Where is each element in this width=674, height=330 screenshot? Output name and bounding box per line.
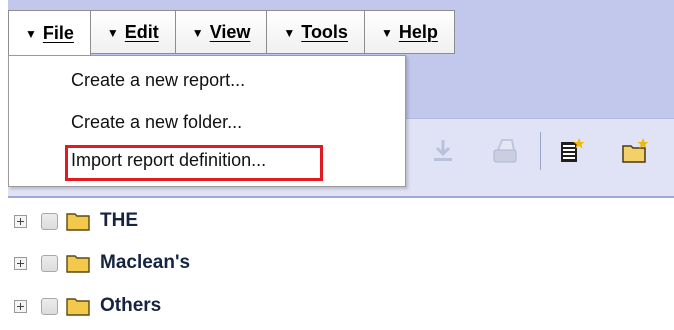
highlight-box: [65, 145, 323, 181]
menu-edit[interactable]: ▼ Edit: [90, 10, 176, 54]
menu-help[interactable]: ▼ Help: [364, 10, 455, 54]
expand-icon[interactable]: [14, 214, 27, 228]
menu-item-create-folder[interactable]: Create a new folder...: [71, 112, 242, 133]
new-report-icon[interactable]: [556, 136, 586, 166]
print-icon[interactable]: [490, 136, 520, 166]
tree-row[interactable]: Others: [14, 293, 161, 319]
menu-tools[interactable]: ▼ Tools: [267, 10, 365, 54]
menu-help-label: Help: [398, 21, 438, 42]
tree-row[interactable]: THE: [14, 208, 138, 234]
menu-file-label: File: [42, 22, 74, 43]
menu-item-create-report[interactable]: Create a new report...: [71, 70, 245, 91]
file-menu-dropdown: Create a new report... Create a new fold…: [8, 55, 406, 187]
menu-view-label: View: [209, 21, 251, 42]
tree-row[interactable]: Maclean's: [14, 250, 190, 276]
dropdown-arrow-icon: ▼: [25, 27, 37, 41]
folder-icon: [66, 298, 90, 316]
menu-tools-label: Tools: [301, 21, 348, 42]
tree-checkbox[interactable]: [41, 297, 58, 315]
dropdown-arrow-icon: ▼: [380, 26, 393, 40]
tree-item-label: Maclean's: [100, 252, 191, 273]
menu-edit-label: Edit: [124, 21, 159, 42]
menu-bar: ▼ File ▼ Edit ▼ View ▼ Tools ▼ Help: [8, 10, 455, 56]
folder-icon: [66, 213, 90, 231]
expand-icon[interactable]: [14, 299, 27, 313]
folder-icon: [66, 255, 90, 273]
dropdown-arrow-icon: ▼: [283, 26, 296, 40]
tree-checkbox[interactable]: [41, 212, 58, 230]
tree-checkbox[interactable]: [41, 254, 58, 272]
dropdown-arrow-icon: ▼: [106, 26, 119, 40]
expand-icon[interactable]: [14, 256, 27, 270]
dropdown-arrow-icon: ▼: [191, 26, 204, 40]
menu-view[interactable]: ▼ View: [175, 10, 268, 54]
new-folder-icon[interactable]: [620, 136, 650, 166]
tree-item-label: Others: [100, 295, 162, 316]
download-icon[interactable]: [428, 136, 458, 166]
tree-item-label: THE: [100, 210, 138, 231]
menu-file[interactable]: ▼ File: [8, 10, 91, 56]
toolbar-separator: [540, 132, 541, 170]
